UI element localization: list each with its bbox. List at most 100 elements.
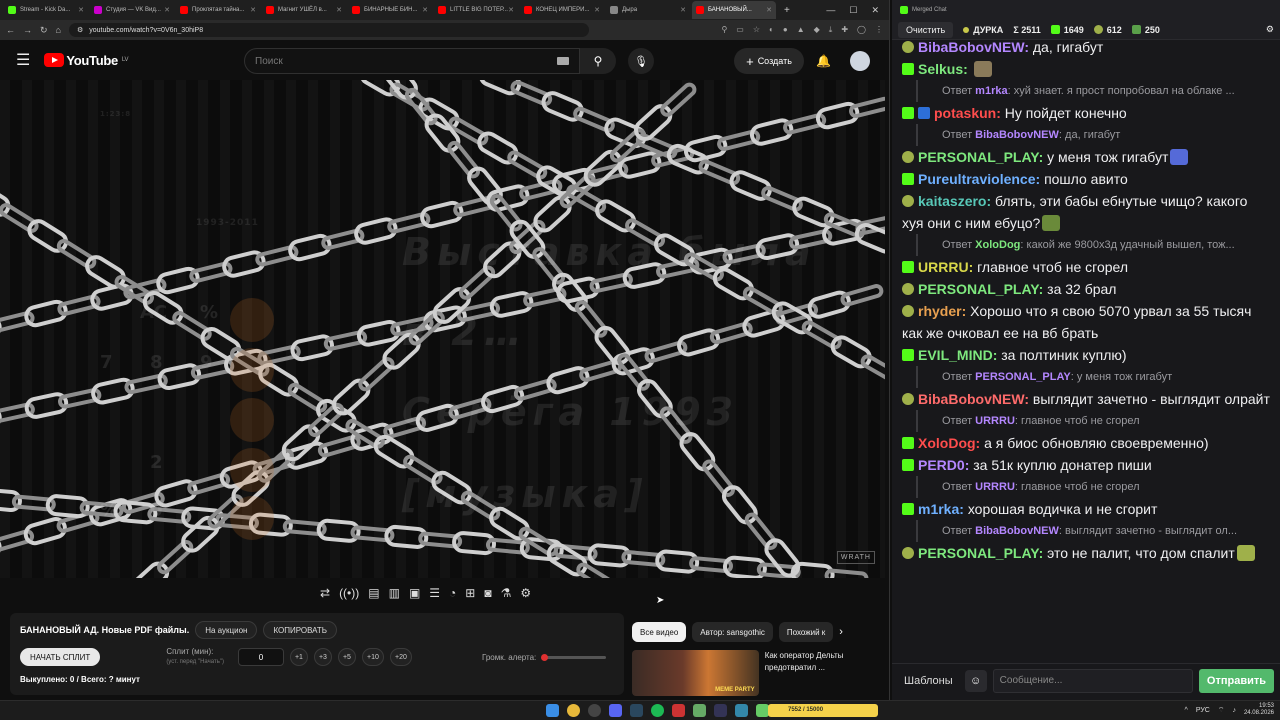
- clock[interactable]: 19:53 24.08.2026: [1244, 703, 1274, 717]
- tab-close-icon[interactable]: ✕: [250, 6, 256, 14]
- bookmark-star-icon[interactable]: ☆: [753, 25, 760, 35]
- reply-username[interactable]: BibaBobovNEW: [975, 129, 1059, 141]
- copy-button[interactable]: КОПИРОВАТЬ: [263, 621, 338, 639]
- browser-tab[interactable]: КОНЕЦ ИМПЕРИ... ✕: [520, 1, 604, 19]
- chat-username[interactable]: PERD0: [918, 457, 965, 473]
- tab-close-icon[interactable]: ✕: [78, 6, 84, 14]
- forward-icon[interactable]: →: [23, 25, 32, 35]
- send-button[interactable]: Отправить: [1198, 668, 1274, 693]
- obs-icon[interactable]: [588, 704, 601, 717]
- chat-username[interactable]: rhyder: [918, 303, 962, 319]
- filter-chip-similar[interactable]: Похожий к: [778, 622, 834, 642]
- back-icon[interactable]: ←: [6, 25, 15, 35]
- recommended-video[interactable]: MEME PARTY Как оператор Дельты предотвра…: [632, 650, 884, 696]
- browser-tab[interactable]: Магнит УШЁЛ в... ✕: [262, 1, 346, 19]
- add-icon[interactable]: ⊞: [465, 586, 475, 600]
- language-indicator[interactable]: РУС: [1196, 707, 1210, 714]
- search-input[interactable]: Поиск: [244, 48, 580, 74]
- reply-username[interactable]: URRRU: [975, 481, 1015, 493]
- increment-button[interactable]: +5: [337, 648, 356, 666]
- steam-icon[interactable]: [630, 704, 643, 717]
- increment-button[interactable]: +20: [389, 648, 412, 666]
- chat-username[interactable]: kaitaszero: [918, 193, 986, 209]
- network-icon[interactable]: ⌔: [1218, 706, 1225, 715]
- screenshot-list-icon[interactable]: ▤: [368, 586, 379, 600]
- app-icon[interactable]: [693, 704, 706, 717]
- recommended-title[interactable]: Как оператор Дельты предотвратил ...: [765, 650, 884, 696]
- voice-search-button[interactable]: 🎙: [628, 48, 654, 74]
- menu-icon[interactable]: ⋮: [875, 25, 883, 35]
- browser-tab[interactable]: LITTLE BIG ПОТЕР... ✕: [434, 1, 518, 19]
- tab-close-icon[interactable]: ✕: [164, 6, 170, 14]
- settings-gear-icon[interactable]: ⚙: [520, 586, 531, 600]
- video-thumbnail[interactable]: MEME PARTY: [632, 650, 759, 696]
- audio-icon[interactable]: ((•)): [339, 586, 359, 600]
- chat-settings-icon[interactable]: ⚙: [1266, 24, 1274, 35]
- minimize-button[interactable]: —: [826, 5, 835, 16]
- app-icon[interactable]: [672, 704, 685, 717]
- alert-volume-slider[interactable]: [541, 653, 607, 661]
- url-field[interactable]: ⚙ youtube.com/watch?v=0V6n_30hiP8: [68, 23, 589, 37]
- chat-username[interactable]: URRRU: [918, 259, 969, 275]
- chat-username[interactable]: Pureultraviolence: [918, 171, 1036, 187]
- slider-knob[interactable]: [541, 653, 549, 661]
- browser-tab[interactable]: Студия — VK Вид... ✕: [90, 1, 174, 19]
- camera-icon[interactable]: ◙: [484, 586, 491, 600]
- extension-icon[interactable]: ●: [783, 25, 788, 35]
- keyboard-icon[interactable]: [557, 57, 569, 65]
- browser-tab[interactable]: Stream - Kick Da... ✕: [4, 1, 88, 19]
- extension-icon[interactable]: ▲: [797, 25, 805, 35]
- zoom-icon[interactable]: ⚲: [721, 25, 727, 35]
- discord-icon[interactable]: [609, 704, 622, 717]
- chat-username[interactable]: PERSONAL_PLAY: [918, 281, 1039, 297]
- tab-close-icon[interactable]: ✕: [422, 6, 428, 14]
- chat-username[interactable]: m1rka: [918, 501, 959, 517]
- tab-close-icon[interactable]: ✕: [680, 6, 686, 14]
- new-tab-button[interactable]: +: [784, 5, 790, 16]
- youtube-logo[interactable]: YouTube LV: [44, 53, 129, 68]
- video-player[interactable]: 1:23:8 1993-2011 Выставка была в 2… Серё…: [0, 80, 885, 578]
- speed-icon[interactable]: ◔: [449, 586, 456, 600]
- tab-close-icon[interactable]: ✕: [336, 6, 342, 14]
- avatar[interactable]: [850, 51, 870, 71]
- tray-chevron-icon[interactable]: ^: [1185, 707, 1188, 714]
- chat-username[interactable]: XoloDog: [918, 435, 976, 451]
- reply-username[interactable]: PERSONAL_PLAY: [975, 371, 1071, 383]
- notifications-bell-icon[interactable]: 🔔: [816, 54, 831, 68]
- pip-icon[interactable]: ▣: [409, 586, 420, 600]
- start-split-button[interactable]: НАЧАТЬ СПЛИТ: [20, 648, 101, 666]
- tab-close-icon[interactable]: ✕: [594, 6, 600, 14]
- search-button[interactable]: ⚲: [580, 48, 616, 74]
- chrome-icon[interactable]: [567, 704, 580, 717]
- chat-username[interactable]: BibaBobovNEW: [918, 391, 1024, 407]
- chat-username[interactable]: PERSONAL_PLAY: [918, 545, 1039, 561]
- windows-start-icon[interactable]: [546, 704, 559, 717]
- profile-icon[interactable]: ◯: [857, 25, 866, 35]
- message-input[interactable]: Сообщение...: [992, 668, 1193, 693]
- increment-button[interactable]: +10: [361, 648, 384, 666]
- templates-button[interactable]: Шаблоны: [898, 669, 959, 693]
- tab-close-icon[interactable]: ✕: [508, 6, 514, 14]
- tab-close-icon[interactable]: ✕: [766, 6, 772, 14]
- chat-username[interactable]: potaskun: [934, 105, 996, 121]
- flask-icon[interactable]: ⚗: [501, 586, 512, 600]
- create-button[interactable]: + Создать: [734, 48, 804, 74]
- browser-tab[interactable]: БАНАНОВЫЙ... ✕: [692, 1, 776, 19]
- app-icon[interactable]: [735, 704, 748, 717]
- auction-button[interactable]: На аукцион: [195, 621, 258, 639]
- extension-icon[interactable]: ◐: [769, 25, 774, 35]
- increment-button[interactable]: +1: [289, 648, 308, 666]
- extension-icon[interactable]: ◆: [814, 25, 820, 35]
- puzzle-icon[interactable]: ✚: [841, 25, 848, 35]
- volume-icon[interactable]: ♪: [1232, 707, 1236, 714]
- reply-username[interactable]: URRRU: [975, 415, 1015, 427]
- spotify-icon[interactable]: [651, 704, 664, 717]
- filter-chip-author[interactable]: Автор: sansgothic: [692, 622, 773, 642]
- filter-chip-all[interactable]: Все видео: [632, 622, 687, 642]
- reply-username[interactable]: m1rka: [975, 85, 1007, 97]
- close-window-button[interactable]: ✕: [871, 5, 879, 16]
- browser-tab[interactable]: Дыра ✕: [606, 1, 690, 19]
- app-icon[interactable]: [714, 704, 727, 717]
- maximize-button[interactable]: ☐: [849, 5, 857, 16]
- reply-username[interactable]: XoloDog: [975, 239, 1020, 251]
